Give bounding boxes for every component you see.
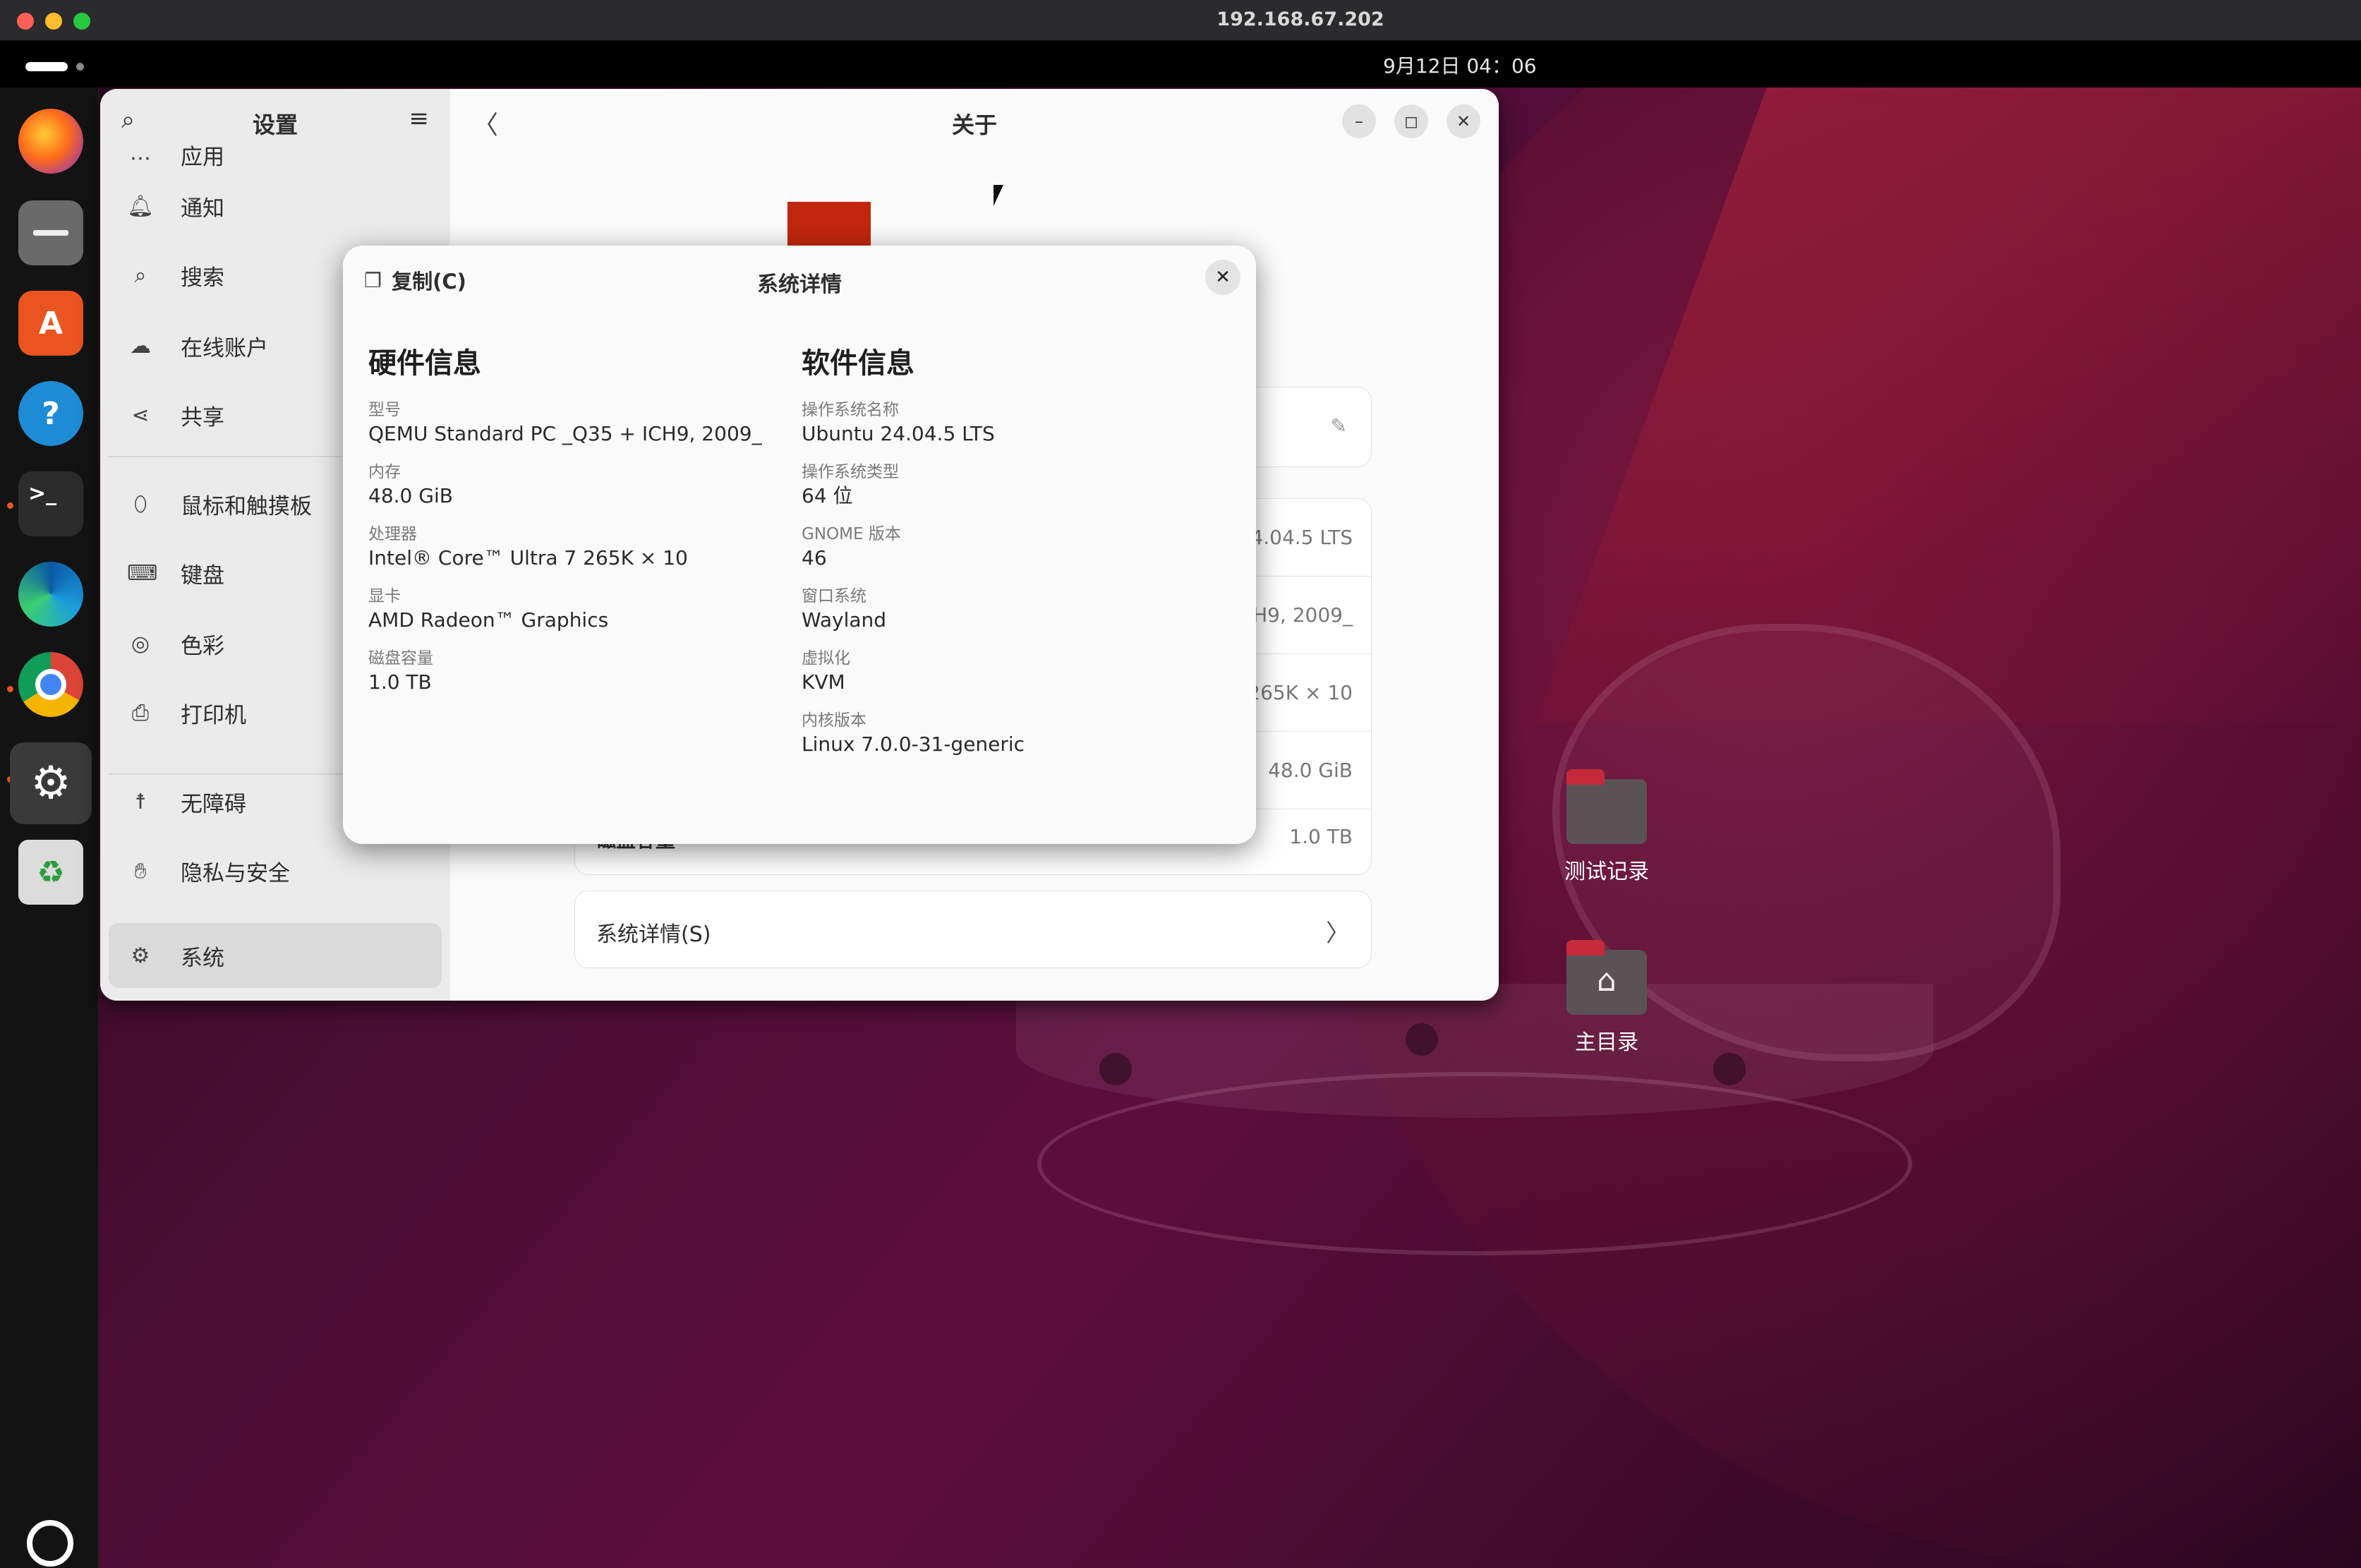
firefox-icon[interactable] xyxy=(18,109,83,174)
terminal-icon[interactable]: >_ xyxy=(18,471,83,536)
desktop-folder-home[interactable]: ⌂ 主目录 xyxy=(1547,940,1667,1056)
hw-graphics-field: 显卡 AMD Radeon™ Graphics xyxy=(368,587,609,632)
settings-icon[interactable]: ⚙ xyxy=(10,742,92,824)
accessibility-icon: ☨ xyxy=(134,789,147,814)
activities-indicator[interactable] xyxy=(25,62,68,71)
ubuntu-logo-icon[interactable] xyxy=(27,1520,73,1567)
folder-icon xyxy=(1566,769,1647,844)
home-folder-icon: ⌂ xyxy=(1566,940,1647,1015)
trash-icon[interactable]: ♻ xyxy=(18,840,83,905)
about-header: 〈 关于 – ◻ ✕ xyxy=(450,89,1499,154)
software-section: 软件信息 操作系统名称 Ubuntu 24.04.5 LTS 操作系统类型 64 位… xyxy=(802,340,1197,772)
system-details-button[interactable]: 系统详情(S) 〉 xyxy=(574,891,1372,968)
help-icon[interactable]: ? xyxy=(18,381,83,446)
apps-icon: ⋯ xyxy=(130,146,151,171)
minimize-button[interactable]: – xyxy=(1342,104,1376,138)
sidebar-item-notifications[interactable]: 🔔︎ 通知 xyxy=(109,174,442,239)
sidebar-item-system[interactable]: ⚙ 系统 xyxy=(109,923,442,988)
hw-disk-field: 磁盘容量 1.0 TB xyxy=(368,649,433,694)
sw-gnome-version-field: GNOME 版本 46 xyxy=(802,525,901,569)
gear-icon: ⚙ xyxy=(131,943,150,968)
desktop-folder-test-records[interactable]: 测试记录 xyxy=(1547,769,1667,885)
bell-icon: 🔔︎ xyxy=(127,193,155,219)
printer-icon: ⎙ xyxy=(132,700,149,725)
edge-icon[interactable] xyxy=(18,562,83,627)
maximize-button[interactable]: ◻ xyxy=(1394,104,1428,138)
dock: A ? >_ ⚙ ♻ xyxy=(0,88,99,1568)
edit-icon[interactable]: ✎ xyxy=(1331,414,1347,438)
distro-logo xyxy=(787,202,871,251)
hardware-heading: 硬件信息 xyxy=(368,347,481,380)
clock[interactable]: 9月12日 04：06 xyxy=(1383,51,1537,79)
chevron-right-icon: 〉 xyxy=(1326,919,1350,948)
hand-icon: ✋︎ xyxy=(134,858,147,883)
software-heading: 软件信息 xyxy=(802,347,914,380)
hw-processor-field: 处理器 Intel® Core™ Ultra 7 265K × 10 xyxy=(368,525,688,569)
share-icon: ⋖ xyxy=(131,402,150,428)
sw-os-type-field: 操作系统类型 64 位 xyxy=(802,463,899,507)
chrome-icon[interactable] xyxy=(18,652,83,717)
mouse-cursor xyxy=(994,185,1003,206)
sidebar-title: 设置 xyxy=(252,111,298,138)
sw-windowing-field: 窗口系统 Wayland xyxy=(802,587,887,632)
sidebar-item-privacy[interactable]: ✋︎ 隐私与安全 xyxy=(109,838,442,903)
workspace-dot[interactable] xyxy=(76,63,84,71)
hw-memory-field: 内存 48.0 GiB xyxy=(368,463,453,507)
app-center-icon[interactable]: A xyxy=(18,291,83,356)
sw-kernel-field: 内核版本 Linux 7.0.0-31-generic xyxy=(802,711,1025,756)
top-panel: 9月12日 04：06 xyxy=(0,41,2361,88)
hw-model-field: 型号 QEMU Standard PC _Q35 + ICH9, 2009_ xyxy=(368,401,762,445)
system-details-dialog: ❐ 复制(C) 系统详情 ✕ 硬件信息 型号 QEMU Standard PC _… xyxy=(343,246,1256,844)
files-icon[interactable] xyxy=(18,200,83,265)
sw-virtualization-field: 虚拟化 KVM xyxy=(802,649,850,694)
hamburger-menu-icon[interactable]: ≡ xyxy=(409,104,430,133)
keyboard-icon: ⌨ xyxy=(127,560,158,586)
search-icon: ⌕ xyxy=(134,263,147,288)
cloud-icon: ☁ xyxy=(130,333,151,358)
dialog-title: 系统详情 xyxy=(757,272,842,297)
color-icon: ◎ xyxy=(131,631,150,656)
sw-os-name-field: 操作系统名称 Ubuntu 24.04.5 LTS xyxy=(802,401,995,445)
page-title: 关于 xyxy=(951,111,997,138)
desktop-icon-label: 主目录 xyxy=(1575,1030,1638,1055)
close-button[interactable]: ✕ xyxy=(1447,104,1480,138)
vnc-title: 192.168.67.202 xyxy=(1216,8,1384,30)
dialog-close-button[interactable]: ✕ xyxy=(1205,260,1240,295)
hardware-section: 硬件信息 型号 QEMU Standard PC _Q35 + ICH9, 200… xyxy=(368,340,763,710)
mouse-icon: ⬯ xyxy=(133,491,147,517)
vnc-title-bar: 192.168.67.202 xyxy=(0,0,2361,41)
desktop-icon-label: 测试记录 xyxy=(1564,860,1649,884)
sidebar-item-apps[interactable]: ⋯ 应用 xyxy=(109,138,442,171)
